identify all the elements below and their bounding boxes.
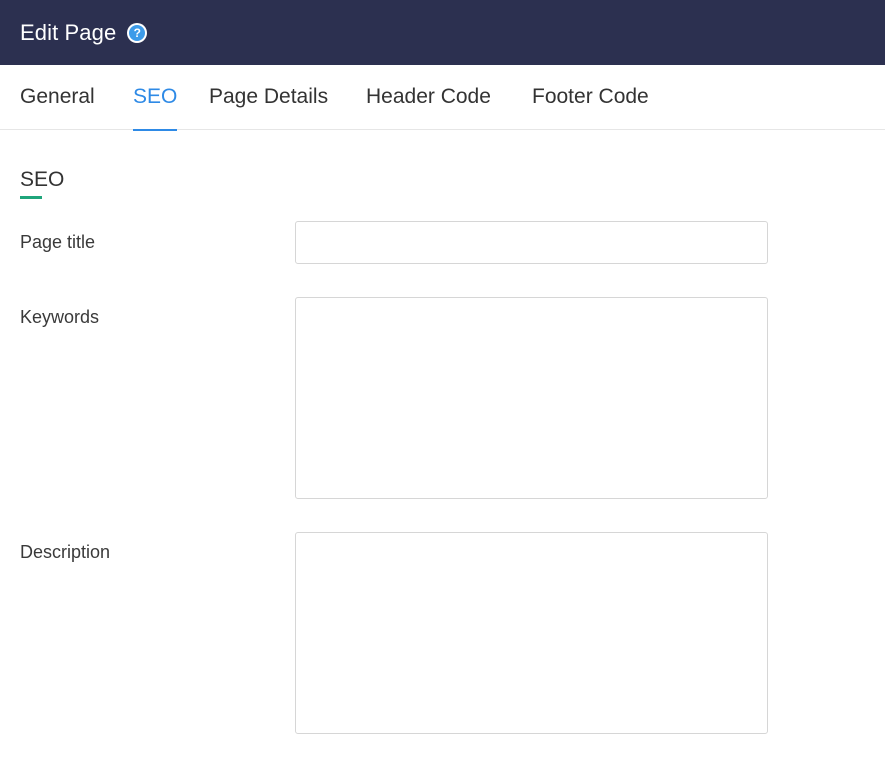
tab-bar: General SEO Page Details Header Code Foo… — [0, 65, 885, 131]
page-title-label: Page title — [20, 232, 96, 252]
description-textarea[interactable] — [295, 532, 768, 734]
tab-header-code[interactable]: Header Code — [366, 65, 491, 130]
help-icon-glyph: ? — [129, 24, 146, 41]
tab-seo[interactable]: SEO — [133, 65, 178, 131]
tab-footer-code[interactable]: Footer Code — [532, 65, 649, 130]
section-underline — [20, 196, 42, 199]
section-title: SEO — [20, 168, 65, 191]
page-title: Edit Page — [20, 19, 117, 45]
description-label: Description — [20, 542, 111, 562]
tab-general[interactable]: General — [20, 65, 95, 130]
help-icon[interactable]: ? — [127, 22, 148, 43]
tab-page-details[interactable]: Page Details — [209, 65, 328, 130]
page-header: Edit Page ? — [0, 0, 885, 65]
keywords-label: Keywords — [20, 307, 100, 327]
keywords-textarea[interactable] — [295, 297, 768, 499]
page-title-input[interactable] — [295, 221, 768, 264]
